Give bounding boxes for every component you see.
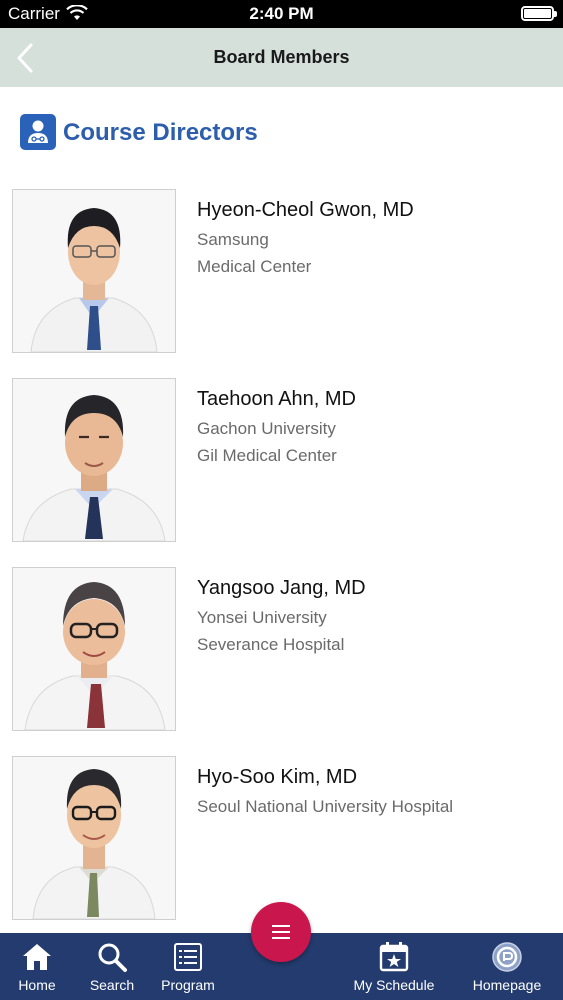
tab-my-schedule[interactable]: My Schedule	[348, 933, 440, 1000]
member-card[interactable]: Hyo-Soo Kim, MD Seoul National Universit…	[12, 756, 552, 920]
menu-fab-button[interactable]	[251, 902, 311, 962]
page-title: Board Members	[213, 47, 350, 67]
tab-search[interactable]: Search	[78, 933, 146, 1000]
member-photo	[12, 189, 176, 353]
member-name: Hyeon-Cheol Gwon, MD	[197, 199, 414, 221]
member-card[interactable]: Hyeon-Cheol Gwon, MD Samsung Medical Cen…	[12, 189, 552, 353]
tab-homepage[interactable]: Homepage	[462, 933, 552, 1000]
tab-label: My Schedule	[353, 977, 435, 993]
member-affiliation: Samsung	[197, 230, 269, 249]
home-icon	[21, 941, 53, 973]
member-name: Hyo-Soo Kim, MD	[197, 766, 358, 788]
member-affiliation: Gil Medical Center	[197, 446, 337, 465]
tab-label: Homepage	[472, 977, 542, 993]
tab-label: Home	[18, 977, 56, 993]
section-title: Course Directors	[63, 119, 258, 146]
member-photo	[12, 756, 176, 920]
tab-home[interactable]: Home	[4, 933, 70, 1000]
tab-label: Program	[161, 977, 215, 993]
member-card[interactable]: Taehoon Ahn, MD Gachon University Gil Me…	[12, 378, 552, 542]
globe-logo-icon	[491, 941, 523, 973]
member-name: Taehoon Ahn, MD	[197, 388, 356, 410]
member-affiliation: Yonsei University	[197, 608, 327, 627]
search-icon	[96, 941, 128, 973]
list-icon	[172, 941, 204, 973]
member-photo	[12, 378, 176, 542]
member-affiliation: Severance Hospital	[197, 635, 345, 654]
member-affiliation: Seoul National University Hospital	[197, 797, 454, 816]
navigation-bar: Board Members	[0, 28, 563, 87]
status-time: 2:40 PM	[249, 4, 314, 23]
member-card[interactable]: Yangsoo Jang, MD Yonsei University Sever…	[12, 567, 552, 731]
battery-level	[524, 9, 551, 18]
tab-program[interactable]: Program	[154, 933, 222, 1000]
member-photo	[12, 567, 176, 731]
tab-label: Search	[89, 977, 135, 993]
status-bar: Carrier 2:40 PM	[0, 0, 563, 28]
member-name: Yangsoo Jang, MD	[197, 577, 366, 599]
member-affiliation: Medical Center	[197, 257, 312, 276]
calendar-star-icon	[378, 941, 410, 973]
battery-icon	[521, 6, 557, 21]
doctor-badge-icon	[20, 114, 56, 150]
member-affiliation: Gachon University	[197, 419, 336, 438]
